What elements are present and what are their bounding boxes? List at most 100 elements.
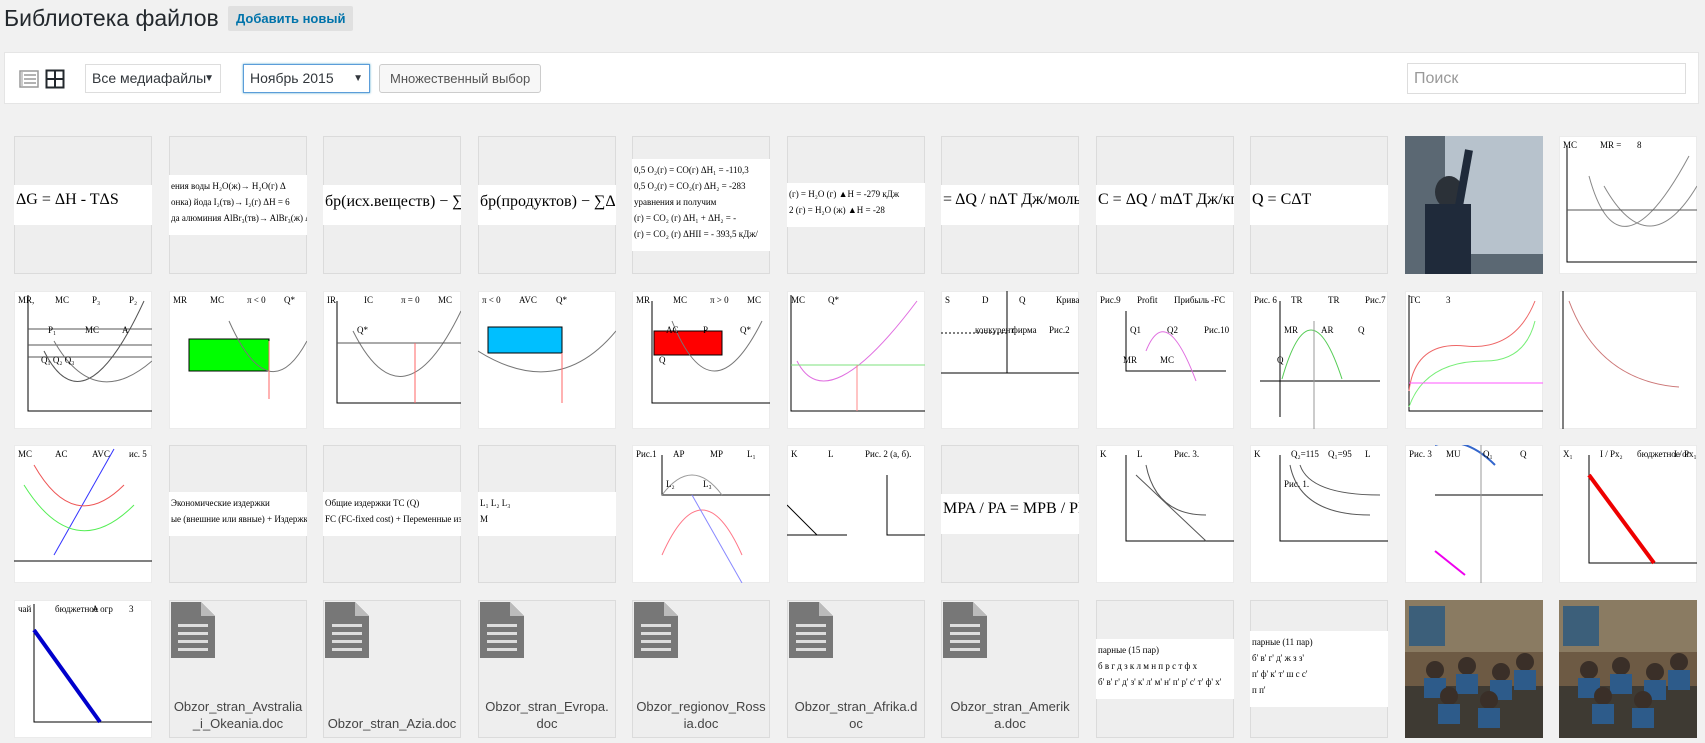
media-attachment-chart-image[interactable]: Рис. 6 TR TR Рис.7 MR AR Q Q: [1250, 291, 1388, 429]
media-attachment-chart-image[interactable]: K Q₂=115 Q₁=95 L Рис. 1.: [1250, 445, 1388, 583]
media-attachment-chart-image[interactable]: TC 3: [1405, 291, 1543, 429]
media-attachment-formula-image[interactable]: = ΔQ / nΔT Дж/моль·: [941, 136, 1079, 274]
graph-label: MU: [1446, 449, 1461, 459]
media-attachment-chart-image[interactable]: π < 0 AVC Q*: [478, 291, 616, 429]
formula-text: ые (внешние или явные) + Издержки: [171, 514, 307, 524]
media-attachment-formula-image[interactable]: L₁ L₂ L₃ M: [478, 445, 616, 583]
photo-classroom: [1405, 600, 1543, 738]
media-attachment-photo[interactable]: [1405, 600, 1543, 738]
media-attachment-formula-image[interactable]: C = ΔQ / mΔT Дж/кг·: [1096, 136, 1234, 274]
graph-label: π > 0: [710, 295, 729, 305]
graph-label: MR: [173, 295, 188, 305]
graph-label: A: [122, 325, 129, 335]
media-attachment-formula-image[interactable]: парные (11 пар) б' в' г' д' ж з з' п' ф' к…: [1250, 600, 1388, 738]
thumbnail-graph: [787, 475, 925, 536]
media-type-filter[interactable]: Все медиафайлы ▼: [85, 64, 221, 93]
media-attachment-chart-image[interactable]: чай бюджетное огр A 3: [14, 600, 152, 738]
media-attachment-formula-image[interactable]: ΔG = ΔH - TΔS: [14, 136, 152, 274]
media-attachment-formula-image[interactable]: бр(продуктов) − ∑ΔH⁰обр: [478, 136, 616, 274]
grid-view-icon[interactable]: [45, 69, 65, 89]
media-attachment-chart-image[interactable]: X₁ I / Px₂ бюджетное ог I / Px₁: [1559, 445, 1697, 583]
graph-label: Q₂=115: [1291, 449, 1319, 459]
graph-label: 3: [1446, 295, 1451, 305]
graph-label: TR: [1291, 295, 1303, 305]
graph-label: Рис. 6: [1254, 295, 1277, 305]
graph-label: AR: [1321, 325, 1334, 335]
graph-label: L: [828, 449, 834, 459]
media-attachment-chart-image[interactable]: S D Q Кривая сп конкурентфирма Рис.2: [941, 291, 1079, 429]
graph-label: D: [982, 295, 989, 305]
thumbnail-graph: [790, 295, 925, 412]
graph-label: MR =: [1600, 140, 1622, 150]
thumbnail-graph: [1408, 295, 1543, 412]
media-attachment-document[interactable]: Obzor_regionov_Rossia.doc: [632, 600, 770, 738]
formula-text: MPA / PA = MPB / PB .: [943, 500, 1079, 517]
media-attachment-formula-image[interactable]: парные (15 пар) б в г д з к л м н п р с т…: [1096, 600, 1234, 738]
media-attachment-chart-image[interactable]: Рис.9 Profit Прибыль -FC Q1 Q2 Рис.10 MR MC: [1096, 291, 1234, 429]
media-attachment-formula-image[interactable]: 0,5 O₂(г) = CO(г) ΔH₁ = -110,3 0,5 O₂(г) …: [632, 136, 770, 274]
media-attachment-chart-image[interactable]: MC Q*: [787, 291, 925, 429]
add-new-button[interactable]: Добавить новый: [228, 6, 354, 31]
graph-label: Q*: [740, 325, 751, 335]
media-attachment-formula-image[interactable]: бр(исх.веществ) − ∑ΔH⁰обр: [323, 136, 461, 274]
media-attachment-document[interactable]: Obzor_stran_Afrika.doc: [787, 600, 925, 738]
media-attachment-document[interactable]: Obzor_stran_Evropa.doc: [478, 600, 616, 738]
thumbnail-graph: [1279, 455, 1388, 542]
media-attachment-photo[interactable]: [1559, 600, 1697, 738]
date-filter[interactable]: Ноябрь 2015 ▼: [243, 64, 370, 93]
thumbnail-graph: [1260, 301, 1380, 429]
bulk-select-button[interactable]: Множественный выбор: [379, 64, 542, 93]
graph-label: Рис.10: [1204, 325, 1230, 335]
graph-label: π < 0: [482, 295, 501, 305]
graph-label: Рис. 3: [1409, 449, 1432, 459]
graph-label: Q2: [1167, 325, 1178, 335]
graph-label: P₁: [48, 325, 57, 335]
graph-label: Q: [1277, 355, 1284, 365]
thumbnail-graph: [1562, 291, 1680, 429]
graph-label: Q: [659, 355, 666, 365]
graph-label: Q₁=95: [1328, 449, 1352, 459]
graph-label: L₂: [666, 479, 675, 489]
formula-text: C = ΔQ / mΔT Дж/кг·: [1098, 191, 1234, 208]
graph-label: K: [1254, 449, 1261, 459]
media-attachment-chart-image[interactable]: MR, MC P₃ P₂ P₁ MC A Q₁ Q₂ Q₃: [14, 291, 152, 429]
media-attachment-chart-image[interactable]: MC MR = 8: [1559, 136, 1697, 274]
media-attachment-formula-image[interactable]: (г) = H₂O (г) ▲H = -279 кДж 2 (г) = H₂O (…: [787, 136, 925, 274]
graph-label: TC: [1409, 295, 1421, 305]
media-attachment-chart-image[interactable]: [1559, 291, 1697, 429]
media-attachment-formula-image[interactable]: MPA / PA = MPB / PB .: [941, 445, 1079, 583]
graph-label: Рис.1: [636, 449, 657, 459]
graph-label: L₁: [747, 449, 756, 459]
formula-text: = ΔQ / nΔT Дж/моль·: [943, 191, 1079, 208]
search-input[interactable]: Поиск: [1407, 63, 1686, 94]
media-attachment-chart-image[interactable]: MR MC π > 0 MC AC P Q* Q: [632, 291, 770, 429]
media-attachment-document[interactable]: Obzor_stran_Amerika.doc: [941, 600, 1079, 738]
media-attachment-chart-image[interactable]: MR MC π < 0 Q*: [169, 291, 307, 429]
document-icon: [325, 602, 369, 658]
media-attachment-formula-image[interactable]: Общие издержки TC (Q) FC (FC-fixed cost) …: [323, 445, 461, 583]
list-view-icon[interactable]: [19, 69, 39, 89]
media-attachment-chart-image[interactable]: K L Рис. 3.: [1096, 445, 1234, 583]
media-attachment-photo[interactable]: [1405, 136, 1543, 274]
media-attachment-formula-image[interactable]: ения воды H₂O(ж)→ H₂O(г) Δ онка) йода I₂(…: [169, 136, 307, 274]
graph-label: MC: [673, 295, 688, 305]
media-attachment-chart-image[interactable]: K L Рис. 2 (а, б).: [787, 445, 925, 583]
media-attachment-formula-image[interactable]: Экономические издержки ые (внешние или яв…: [169, 445, 307, 583]
media-attachment-chart-image[interactable]: IR IC π = 0 MC Q*: [323, 291, 461, 429]
graph-label: Q*: [828, 295, 839, 305]
formula-text: ения воды H₂O(ж)→ H₂O(г) Δ: [171, 181, 286, 191]
media-attachment-document[interactable]: Obzor_stran_Azia.doc: [323, 600, 461, 738]
media-attachment-chart-image[interactable]: Рис. 3 MU Q₁ Q: [1405, 445, 1543, 583]
thumbnail-graph: [651, 301, 770, 404]
formula-text: Q = CΔT: [1252, 191, 1312, 208]
media-attachment-formula-image[interactable]: Q = CΔT: [1250, 136, 1388, 274]
graph-label: Рис. 2 (а, б).: [865, 449, 912, 459]
formula-text: парные (15 пар): [1098, 645, 1159, 655]
media-attachment-document[interactable]: Obzor_stran_Avstralia_i_Okeania.doc: [169, 600, 307, 738]
graph-label: MR: [1123, 355, 1138, 365]
graph-label: MC: [747, 295, 762, 305]
media-attachment-chart-image[interactable]: MC AC AVC ис. 5: [14, 445, 152, 583]
graph-label: Q*: [556, 295, 567, 305]
media-attachment-chart-image[interactable]: Рис.1 AP MP L₁ L₂ L₃: [632, 445, 770, 583]
media-toolbar: Все медиафайлы ▼ Ноябрь 2015 ▼ Множестве…: [4, 52, 1699, 104]
